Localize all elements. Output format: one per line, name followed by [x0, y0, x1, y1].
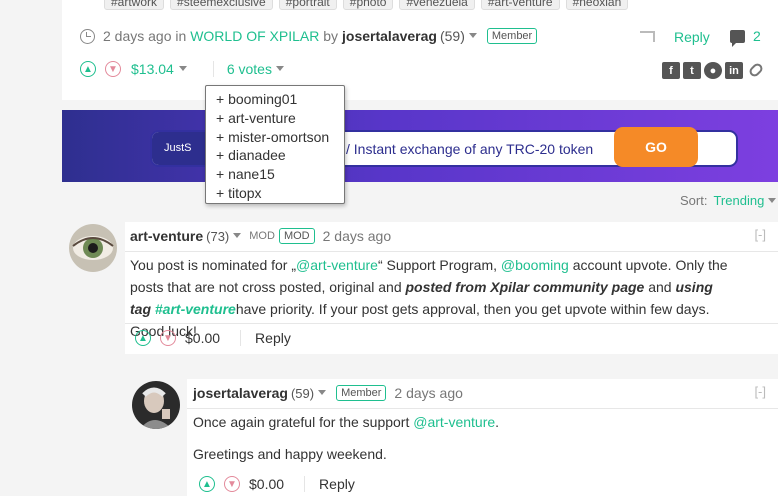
twitter-icon[interactable]: t: [683, 62, 701, 79]
banner-go-button[interactable]: GO: [614, 127, 698, 167]
downvote-icon[interactable]: ▼: [105, 61, 121, 77]
voter-item[interactable]: + dianadee: [216, 146, 344, 165]
comment-header: art-venture (73) MOD MOD 2 days ago: [130, 228, 391, 244]
comment-actions: ▲ ▼ $0.00 Reply: [199, 476, 355, 492]
voters-dropdown: + booming01 + art-venture + mister-omort…: [205, 85, 345, 204]
tag[interactable]: #art-venture: [480, 0, 560, 10]
comment-text: and: [644, 279, 676, 295]
post-by-label: by: [323, 28, 339, 44]
chevron-down-icon[interactable]: [468, 33, 477, 38]
comment-text: .: [495, 414, 500, 430]
eye-avatar-image: [69, 224, 117, 272]
member-badge: Member: [336, 385, 387, 401]
downvote-icon[interactable]: ▼: [224, 476, 240, 492]
post-in-label: in: [175, 28, 187, 44]
tag[interactable]: #neoxian: [565, 0, 629, 10]
comment-header: josertalaverag (59) Member 2 days ago: [193, 385, 463, 401]
post-time: 2 days ago: [103, 28, 172, 44]
reply-button[interactable]: Reply: [240, 330, 291, 346]
reply-button[interactable]: Reply: [674, 29, 710, 45]
collapse-toggle[interactable]: [-]: [754, 384, 766, 399]
facebook-icon[interactable]: f: [662, 62, 680, 79]
avatar[interactable]: [132, 381, 180, 429]
linkedin-icon[interactable]: in: [725, 62, 743, 79]
sort-control[interactable]: Sort: Trending: [680, 193, 778, 208]
voter-item[interactable]: + booming01: [216, 90, 344, 109]
comment-body: Once again grateful for the support @art…: [193, 411, 753, 465]
mention-link[interactable]: @booming: [501, 257, 569, 273]
tag[interactable]: #artwork: [104, 0, 165, 10]
chevron-down-icon[interactable]: [318, 390, 327, 395]
comment-count-link[interactable]: 2: [730, 28, 761, 47]
voter-item[interactable]: + titopx: [216, 184, 344, 203]
chevron-down-icon[interactable]: [178, 66, 187, 71]
mod-label: MOD: [249, 230, 275, 242]
post-vote-row: ▲ ▼ $13.04 6 votes: [80, 61, 290, 77]
collapse-toggle[interactable]: [-]: [754, 227, 766, 242]
comment-count: 2: [753, 28, 761, 44]
comment-text: Greetings and happy weekend.: [193, 446, 387, 462]
community-link[interactable]: WORLD OF XPILAR: [190, 28, 319, 44]
tag-list: #artwork #steemexclusive #portrait #phot…: [104, 0, 629, 10]
comment-card: josertalaverag (59) Member 2 days ago [-…: [187, 379, 778, 496]
comment-text: Once again grateful for the support: [193, 414, 414, 430]
avatar[interactable]: [69, 224, 117, 272]
comment-actions: ▲ ▼ $0.00 Reply: [135, 330, 291, 346]
reblog-icon[interactable]: [640, 31, 655, 42]
member-badge: Member: [486, 28, 538, 44]
comment-payout[interactable]: $0.00: [249, 476, 284, 492]
comment-text: You post is nominated for „: [130, 257, 297, 273]
banner-text: / Instant exchange of any TRC-20 token: [346, 141, 594, 157]
downvote-icon[interactable]: ▼: [160, 330, 176, 346]
upvote-icon[interactable]: ▲: [135, 330, 151, 346]
clock-icon: [80, 28, 95, 44]
person-avatar-image: [132, 381, 180, 429]
comment-reputation: (59): [290, 385, 315, 401]
comment-author[interactable]: josertalaverag: [193, 385, 288, 401]
chevron-down-icon[interactable]: [768, 197, 777, 203]
tag[interactable]: #photo: [342, 0, 394, 10]
share-icons: f t ● in: [662, 61, 765, 79]
comment-time: 2 days ago: [394, 385, 463, 401]
tag[interactable]: #venezuela: [399, 0, 475, 10]
sort-label: Sort:: [680, 193, 708, 208]
comment-body: You post is nominated for „@art-venture“…: [130, 254, 730, 342]
chevron-down-icon[interactable]: [275, 66, 284, 71]
voter-item[interactable]: + mister-omortson: [216, 128, 344, 147]
upvote-icon[interactable]: ▲: [199, 476, 215, 492]
tag-link[interactable]: #art-venture: [155, 301, 236, 317]
sort-value[interactable]: Trending: [713, 193, 764, 208]
banner-brand: JustS: [152, 132, 210, 165]
mention-link[interactable]: @art-venture: [413, 414, 495, 430]
reply-button[interactable]: Reply: [304, 476, 355, 492]
chevron-down-icon[interactable]: [233, 233, 242, 238]
author-reputation: (59): [439, 28, 465, 44]
upvote-icon[interactable]: ▲: [80, 61, 96, 77]
ad-banner[interactable]: JustS / Instant exchange of any TRC-20 t…: [62, 110, 778, 182]
post-meta: 2 days ago in WORLD OF XPILAR by joserta…: [80, 28, 538, 44]
post-footer-card: [62, 0, 778, 100]
comment-author[interactable]: art-venture: [130, 228, 203, 244]
post-payout[interactable]: $13.04: [131, 61, 174, 77]
voter-item[interactable]: + art-venture: [216, 109, 344, 128]
comment-text: “ Support Program,: [377, 257, 501, 273]
author-link[interactable]: josertalaverag: [342, 28, 437, 44]
mention-link[interactable]: @art-venture: [296, 257, 378, 273]
votes-toggle[interactable]: 6 votes: [212, 61, 272, 77]
comment-reputation: (73): [206, 228, 230, 244]
voter-item[interactable]: + nane15: [216, 165, 344, 184]
tag[interactable]: #steemexclusive: [170, 0, 273, 10]
comments-icon: [730, 29, 745, 47]
emphasis-text: posted from Xpilar community page: [405, 279, 645, 295]
tag[interactable]: #portrait: [278, 0, 337, 10]
mod-badge: MOD: [278, 228, 315, 244]
comment-time: 2 days ago: [322, 228, 392, 244]
comment-payout[interactable]: $0.00: [185, 330, 220, 346]
reddit-icon[interactable]: ●: [704, 62, 722, 79]
comment-card: art-venture (73) MOD MOD 2 days ago [-] …: [125, 222, 778, 354]
